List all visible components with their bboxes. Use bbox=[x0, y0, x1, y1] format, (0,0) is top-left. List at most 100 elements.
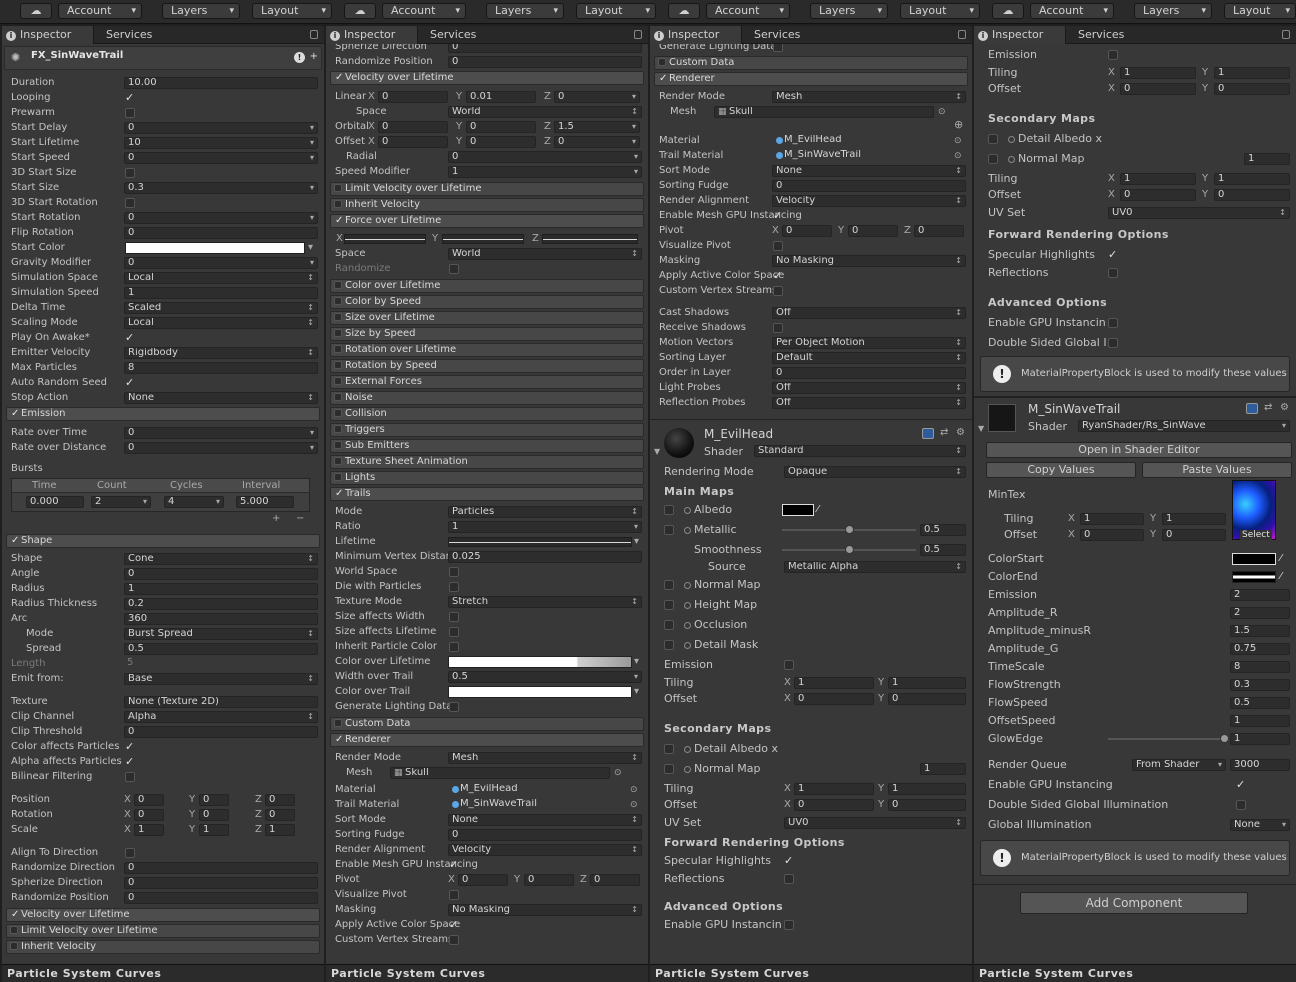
checkbox[interactable] bbox=[784, 660, 794, 670]
checkbox-checked[interactable]: ✓ bbox=[1236, 779, 1247, 790]
value-field[interactable]: Velocity bbox=[448, 844, 642, 856]
checkbox[interactable] bbox=[125, 108, 135, 118]
module-toggle-checked[interactable]: ✓ bbox=[335, 488, 343, 500]
checkbox[interactable] bbox=[664, 620, 674, 630]
x-field[interactable]: 0 bbox=[378, 121, 448, 133]
checkbox[interactable] bbox=[664, 525, 674, 535]
value-field[interactable]: 0 bbox=[124, 726, 318, 738]
value-field[interactable]: 0 bbox=[124, 152, 318, 164]
module-toggle[interactable] bbox=[334, 297, 342, 305]
value-field[interactable]: Off bbox=[772, 307, 966, 319]
module-toggle[interactable] bbox=[334, 329, 342, 337]
value-field[interactable]: 0.2 bbox=[124, 598, 318, 610]
x-field[interactable]: 0 bbox=[1080, 529, 1144, 541]
glowedge-slider[interactable] bbox=[1108, 738, 1224, 740]
y-field[interactable]: 1 bbox=[1214, 67, 1290, 79]
z-field[interactable]: 0 bbox=[914, 225, 964, 237]
bursts-cell[interactable]: 5.000 bbox=[236, 496, 294, 508]
y-field[interactable]: 1 bbox=[1162, 513, 1226, 525]
value-field[interactable]: 0 bbox=[124, 427, 318, 439]
value-field[interactable]: 0 bbox=[124, 122, 318, 134]
value-field[interactable]: Mesh bbox=[448, 752, 642, 764]
tab-inspector[interactable]: i Inspector bbox=[650, 26, 742, 44]
module-header[interactable]: Rotation over Lifetime bbox=[330, 343, 644, 357]
y-field[interactable]: 0 bbox=[1214, 83, 1290, 95]
bursts-cell[interactable]: 0.000 bbox=[26, 496, 84, 508]
layout-dropdown[interactable]: Layout bbox=[252, 3, 332, 19]
y-field[interactable]: 0 bbox=[524, 874, 574, 886]
value-field[interactable]: Alpha bbox=[124, 711, 318, 723]
albedo-color-swatch[interactable] bbox=[782, 504, 814, 516]
copy-values-button[interactable]: Copy Values bbox=[986, 462, 1136, 478]
value-field[interactable]: Mesh bbox=[772, 91, 966, 103]
value-field[interactable]: None bbox=[124, 392, 318, 404]
checkbox[interactable] bbox=[664, 505, 674, 515]
checkbox[interactable] bbox=[449, 890, 459, 900]
x-field[interactable]: 0 bbox=[794, 799, 874, 811]
gear-icon[interactable]: ⚙ bbox=[1280, 401, 1289, 415]
module-toggle[interactable] bbox=[10, 942, 18, 950]
checkbox[interactable] bbox=[449, 567, 459, 577]
object-picker-icon[interactable]: ⊙ bbox=[630, 798, 638, 812]
module-shape[interactable]: ✓ Shape bbox=[6, 534, 320, 548]
checkbox[interactable] bbox=[1236, 800, 1246, 810]
value-field[interactable]: Burst Spread bbox=[124, 628, 318, 640]
shader-dropdown[interactable]: RyanShader/Rs_SinWave bbox=[1078, 420, 1290, 432]
value-field[interactable]: 0.5 bbox=[448, 671, 642, 683]
value-field[interactable]: 10.00 bbox=[124, 77, 318, 89]
module-force-over-lifetime[interactable]: ✓ Force over Lifetime bbox=[330, 214, 644, 228]
x-field[interactable]: 1 bbox=[794, 677, 874, 689]
value-field[interactable]: Per Object Motion bbox=[772, 337, 966, 349]
value-field[interactable]: 0 bbox=[448, 44, 642, 53]
value-field[interactable]: 0 bbox=[124, 892, 318, 904]
dropdown-arrow-icon[interactable]: ▾ bbox=[308, 241, 313, 255]
layers-dropdown[interactable]: Layers bbox=[486, 3, 564, 19]
module-renderer[interactable]: ✓ Renderer bbox=[330, 733, 644, 747]
value-field[interactable]: Particles bbox=[448, 506, 642, 518]
material-field[interactable]: M_EvilHead bbox=[448, 784, 628, 796]
gi-dropdown[interactable]: None bbox=[1230, 819, 1290, 831]
checkbox[interactable] bbox=[773, 44, 783, 52]
x-field[interactable]: 1 bbox=[1120, 173, 1196, 185]
y-field[interactable]: 0.01 bbox=[466, 91, 536, 103]
module-header[interactable]: Inherit Velocity bbox=[330, 198, 644, 212]
checkbox[interactable] bbox=[773, 323, 783, 333]
module-header[interactable]: Size by Speed bbox=[330, 327, 644, 341]
value-field[interactable]: 8 bbox=[124, 362, 318, 374]
value-field[interactable]: Default bbox=[772, 352, 966, 364]
gear-icon[interactable]: ⚙ bbox=[956, 426, 965, 440]
force-z-curve[interactable] bbox=[542, 234, 638, 244]
module-toggle[interactable] bbox=[334, 281, 342, 289]
material-field[interactable]: M_SinWaveTrail bbox=[448, 799, 628, 811]
z-field[interactable]: 0 bbox=[554, 91, 640, 103]
module-header[interactable]: Noise bbox=[330, 391, 644, 405]
y-field[interactable]: 0 bbox=[888, 799, 966, 811]
tab-services[interactable]: Services bbox=[106, 26, 152, 44]
checkbox-checked[interactable]: ✓ bbox=[125, 741, 136, 752]
value-field[interactable]: 0 bbox=[124, 862, 318, 874]
x-field[interactable]: 0 bbox=[794, 693, 874, 705]
checkbox[interactable] bbox=[1108, 268, 1118, 278]
module-header[interactable]: Limit Velocity over Lifetime bbox=[330, 182, 644, 196]
value-field[interactable]: 0 bbox=[124, 877, 318, 889]
value-field[interactable]: Metallic Alpha bbox=[784, 561, 966, 573]
module-toggle[interactable] bbox=[334, 473, 342, 481]
eyedropper-icon[interactable]: ⁄ bbox=[817, 503, 819, 517]
object-picker-icon[interactable]: ⊙ bbox=[614, 766, 622, 780]
x-field[interactable]: 1 bbox=[134, 824, 164, 836]
module-toggle-checked[interactable]: ✓ bbox=[11, 535, 19, 547]
module-toggle-checked[interactable]: ✓ bbox=[335, 734, 343, 746]
checkbox[interactable] bbox=[449, 627, 459, 637]
module-trails[interactable]: ✓ Trails bbox=[330, 487, 644, 501]
module-header[interactable]: Texture Sheet Animation bbox=[330, 455, 644, 469]
module-toggle[interactable] bbox=[334, 441, 342, 449]
checkbox[interactable] bbox=[664, 764, 674, 774]
checkbox-checked[interactable]: ✓ bbox=[125, 92, 136, 103]
account-dropdown[interactable]: Account bbox=[382, 3, 466, 19]
dropdown-arrow-icon[interactable]: ▾ bbox=[634, 685, 639, 699]
y-field[interactable]: 1 bbox=[888, 677, 966, 689]
value-field[interactable]: 5 bbox=[124, 658, 318, 670]
layers-dropdown[interactable]: Layers bbox=[810, 3, 888, 19]
x-field[interactable]: 0 bbox=[378, 136, 448, 148]
colorend-swatch[interactable] bbox=[1232, 571, 1276, 583]
